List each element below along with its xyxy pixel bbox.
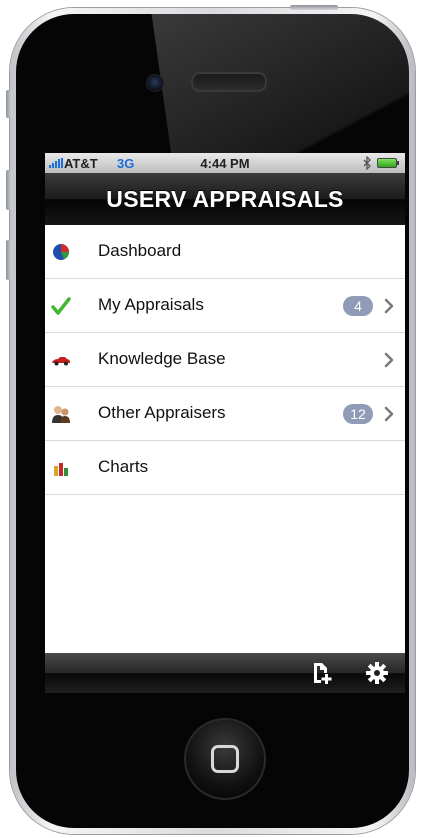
- menu-item-label: Other Appraisers: [98, 403, 226, 422]
- new-document-icon[interactable]: [309, 661, 333, 685]
- battery-icon: [377, 158, 399, 168]
- checkmark-icon: [51, 297, 71, 315]
- bottom-toolbar: [45, 653, 405, 693]
- people-icon: [52, 406, 70, 423]
- mute-switch: [6, 90, 12, 118]
- chevron-right-icon: [384, 352, 394, 368]
- status-time: 4:44 PM: [200, 156, 250, 171]
- main-menu-list: Dashboard My Appraisals 4 Knowledge Base…: [45, 225, 405, 495]
- pie-chart-icon: [53, 244, 69, 260]
- menu-item-other-appraisers[interactable]: Other Appraisers 12: [45, 387, 405, 441]
- sleep-button: [290, 5, 338, 10]
- menu-item-label: Knowledge Base: [98, 349, 226, 368]
- menu-item-charts[interactable]: Charts: [45, 441, 405, 495]
- home-button[interactable]: [184, 718, 266, 800]
- stage: AT&T 3G 4:44 PM USERV APPRAISALS Dashboa…: [0, 0, 421, 838]
- bluetooth-icon: [363, 156, 371, 170]
- chevron-right-icon: [384, 298, 394, 314]
- menu-item-label: My Appraisals: [98, 295, 204, 314]
- menu-item-dashboard[interactable]: Dashboard: [45, 225, 405, 279]
- car-icon: [52, 357, 70, 366]
- menu-item-label: Dashboard: [98, 241, 182, 260]
- earpiece-speaker: [191, 72, 267, 92]
- volume-down-button: [6, 240, 12, 280]
- gear-icon[interactable]: [365, 661, 389, 685]
- menu-item-label: Charts: [98, 457, 149, 476]
- screen: AT&T 3G 4:44 PM USERV APPRAISALS Dashboa…: [45, 153, 405, 693]
- menu-item-my-appraisals[interactable]: My Appraisals 4: [45, 279, 405, 333]
- volume-up-button: [6, 170, 12, 210]
- count-badge: 12: [343, 404, 373, 424]
- count-badge: 4: [343, 296, 373, 316]
- bar-chart-icon: [54, 463, 68, 476]
- navigation-bar: USERV APPRAISALS: [45, 173, 405, 225]
- status-bar: AT&T 3G 4:44 PM: [45, 153, 405, 173]
- page-title: USERV APPRAISALS: [106, 185, 344, 212]
- menu-item-knowledge-base[interactable]: Knowledge Base: [45, 333, 405, 387]
- home-square-icon: [211, 745, 239, 773]
- front-camera: [146, 74, 164, 92]
- chevron-right-icon: [384, 406, 394, 422]
